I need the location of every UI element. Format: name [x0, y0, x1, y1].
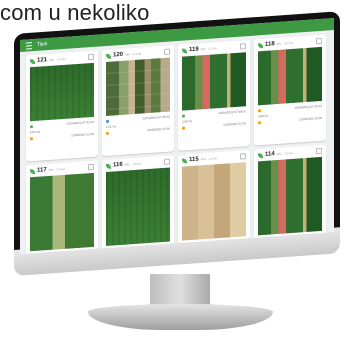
leaf-icon — [182, 157, 187, 164]
meta-date: 12/04/2022 07:42:31 — [66, 119, 94, 126]
status-dot — [258, 108, 261, 112]
meta-date: 12/04/2022 07:50:22 — [294, 103, 322, 110]
field-card[interactable]: 120 Info · 2.3 ha 12/04/2022 07:45:10 1.21 … — [102, 45, 174, 157]
field-satellite-thumbnail[interactable] — [258, 46, 322, 106]
card-number: 121 — [37, 57, 48, 64]
card-number: 118 — [265, 41, 275, 48]
field-card[interactable]: 115 Info · 1.1 ha — [178, 149, 250, 245]
field-satellite-thumbnail[interactable] — [106, 57, 170, 116]
more-options-icon[interactable] — [316, 147, 322, 155]
meta-date: 12/04/2022 07:45:10 — [142, 114, 170, 121]
field-card[interactable]: 119 Info · 1.2 ha 12/04/2022 07:48:02 2.05 … — [178, 39, 250, 151]
menu-icon[interactable] — [26, 41, 32, 50]
status-dot — [106, 131, 109, 135]
leaf-icon — [258, 152, 263, 158]
field-satellite-thumbnail[interactable] — [182, 162, 246, 241]
more-options-icon[interactable] — [88, 163, 94, 171]
card-subtitle: Info · 1.2 ha — [200, 46, 217, 52]
card-number: 119 — [189, 46, 199, 54]
field-satellite-thumbnail[interactable] — [182, 52, 246, 111]
card-subtitle: Info · 3.4 ha — [276, 40, 293, 47]
app-title: Tijek — [37, 41, 48, 48]
leaf-icon — [258, 42, 263, 48]
card-subtitle: Info · 2.3 ha — [125, 51, 142, 57]
leaf-icon — [182, 47, 187, 54]
more-options-icon[interactable] — [316, 37, 322, 45]
card-subtitle: Info · 1.8 ha — [124, 161, 141, 167]
meta-area: 2.05 ha — [182, 118, 193, 124]
monitor-stand-base — [88, 304, 273, 330]
monitor-stand-neck — [150, 274, 210, 308]
more-options-icon[interactable] — [240, 153, 246, 160]
card-number: 115 — [189, 156, 199, 164]
card-number: 114 — [265, 151, 275, 158]
meta-updated: 11/05/2022 11:00 — [223, 121, 246, 127]
field-card[interactable]: 116 Info · 1.8 ha — [102, 155, 174, 251]
meta-updated: 11/05/2022 11:00 — [71, 131, 94, 138]
leaf-icon — [30, 168, 35, 174]
leaf-icon — [106, 163, 111, 169]
more-options-icon[interactable] — [164, 158, 170, 165]
field-card-grid: 121 Info · 1.5 ha 12/04/2022 07:42:31 5.91 … — [20, 30, 334, 254]
status-dot — [30, 136, 33, 140]
field-satellite-thumbnail[interactable] — [106, 167, 170, 246]
card-subtitle: Info · 1.1 ha — [200, 156, 217, 162]
more-options-icon[interactable] — [240, 43, 246, 50]
field-satellite-thumbnail[interactable] — [30, 172, 94, 252]
app-screen: Tijek 121 Info · 1.5 ha 12/04/2022 07:42:3… — [20, 18, 334, 254]
card-subtitle: Info · 1.5 ha — [49, 56, 66, 62]
card-number: 120 — [113, 51, 124, 59]
meta-area: 5.91 ha — [30, 129, 41, 135]
field-card[interactable]: 114 Info · 2.6 ha — [254, 144, 326, 240]
status-dot — [182, 125, 185, 130]
field-card[interactable]: 121 Info · 1.5 ha 12/04/2022 07:42:31 5.91 … — [26, 50, 98, 162]
meta-date: 12/04/2022 07:48:02 — [218, 109, 246, 116]
monitor: Tijek 121 Info · 1.5 ha 12/04/2022 07:42:3… — [0, 0, 351, 338]
status-dot — [30, 124, 33, 128]
field-card[interactable]: 118 Info · 3.4 ha 12/04/2022 07:50:22 0.96 … — [254, 34, 326, 146]
field-card[interactable]: 117 Info · 2.0 ha — [26, 160, 98, 254]
card-subtitle: Info · 2.6 ha — [276, 150, 293, 157]
meta-area: 1.21 ha — [106, 124, 117, 129]
status-dot — [258, 120, 261, 124]
field-satellite-thumbnail[interactable] — [258, 156, 322, 236]
status-dot — [182, 113, 185, 118]
leaf-icon — [30, 58, 35, 64]
card-number: 117 — [37, 167, 47, 174]
card-number: 116 — [113, 161, 123, 169]
meta-updated: 11/05/2022 11:00 — [299, 115, 322, 122]
status-dot — [106, 119, 109, 123]
leaf-icon — [106, 53, 111, 59]
meta-updated: 11/05/2022 11:00 — [147, 126, 170, 133]
more-options-icon[interactable] — [164, 48, 170, 55]
meta-area: 0.96 ha — [258, 113, 269, 119]
more-options-icon[interactable] — [88, 53, 94, 61]
field-satellite-thumbnail[interactable] — [30, 62, 94, 122]
card-subtitle: Info · 2.0 ha — [48, 166, 65, 172]
